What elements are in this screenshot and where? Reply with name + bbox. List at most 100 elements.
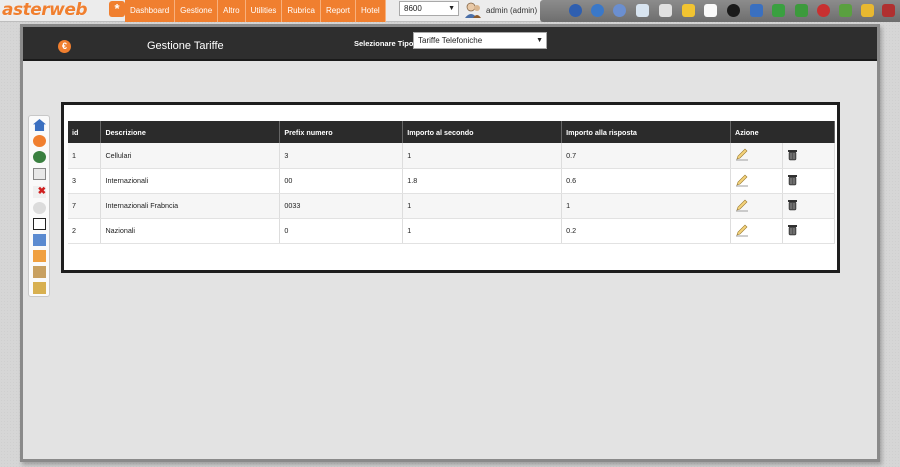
- cell-importo-secondo: 1: [402, 218, 563, 244]
- nav-altro[interactable]: Altro: [218, 0, 246, 22]
- edit-pencil-icon[interactable]: [735, 223, 749, 237]
- user-avatar-icon[interactable]: [464, 1, 482, 19]
- edit-pencil-icon[interactable]: [735, 198, 749, 212]
- nav-utilities[interactable]: Utilities: [245, 0, 283, 22]
- add-icon[interactable]: [33, 168, 46, 180]
- user-label[interactable]: admin (admin): [486, 6, 537, 15]
- cell-importo-risposta: 1: [561, 193, 732, 219]
- trash-icon[interactable]: [787, 223, 798, 236]
- extension-select[interactable]: 8600 ▼: [399, 1, 459, 16]
- cell-descrizione: Nazionali: [100, 218, 281, 244]
- cell-prefix: 0033: [279, 193, 404, 219]
- calendar-icon[interactable]: [704, 4, 717, 17]
- column-header-importo-secondo[interactable]: Importo al secondo: [402, 121, 563, 143]
- stop-icon[interactable]: [817, 4, 830, 17]
- side-toolbar: ✖: [28, 115, 50, 297]
- tools-icon[interactable]: [33, 266, 46, 278]
- table-row: 7 Internazionali Frabncia 0033 1 1: [68, 193, 836, 219]
- cell-importo-secondo: 1.8: [402, 168, 563, 194]
- cell-id: 1: [68, 143, 102, 169]
- cell-importo-secondo: 1: [402, 143, 563, 169]
- column-header-prefix[interactable]: Prefix numero: [279, 121, 404, 143]
- star-icon[interactable]: [682, 4, 695, 17]
- tool-strip: [540, 0, 900, 22]
- column-header-id[interactable]: id: [68, 121, 102, 143]
- cell-id: 7: [68, 193, 102, 219]
- globe-icon[interactable]: [613, 4, 626, 17]
- delete-icon[interactable]: ✖: [33, 186, 46, 198]
- panel-header: € Gestione Tariffe Selezionare Tipo Tari…: [23, 27, 877, 61]
- type-select-value: Tariffe Telefoniche: [418, 36, 483, 45]
- info-icon[interactable]: [591, 4, 604, 17]
- clock-icon[interactable]: [727, 4, 740, 17]
- cell-descrizione: Internazionali Frabncia: [100, 193, 281, 219]
- edit-pencil-icon[interactable]: [735, 147, 749, 161]
- tariffe-table-container: id Descrizione Prefix numero Importo al …: [61, 102, 840, 273]
- table-row: 1 Cellulari 3 1 0.7: [68, 143, 836, 169]
- delete-cell: [782, 168, 836, 194]
- monitor-icon[interactable]: [636, 4, 649, 17]
- cell-prefix: 00: [279, 168, 404, 194]
- bed-icon[interactable]: [33, 250, 46, 262]
- edit-cell: [730, 193, 783, 219]
- phone-green-icon[interactable]: [772, 4, 785, 17]
- delete-cell: [782, 143, 836, 169]
- type-select[interactable]: Tariffe Telefoniche ▼: [413, 32, 547, 49]
- trash-icon[interactable]: [787, 173, 798, 186]
- globe-icon[interactable]: [33, 151, 46, 163]
- chevron-down-icon: ▼: [448, 5, 455, 12]
- logout-icon[interactable]: [882, 4, 895, 17]
- nav-report[interactable]: Report: [320, 0, 356, 22]
- cell-prefix: 0: [279, 218, 404, 244]
- cell-prefix: 3: [279, 143, 404, 169]
- column-header-importo-risposta[interactable]: Importo alla risposta: [561, 121, 732, 143]
- keyboard-icon[interactable]: [659, 4, 672, 17]
- nav-hotel[interactable]: Hotel: [356, 0, 386, 22]
- trash-icon[interactable]: [787, 148, 798, 161]
- nav-gestione[interactable]: Gestione: [175, 0, 219, 22]
- delete-cell: [782, 218, 836, 244]
- nav-dashboard[interactable]: Dashboard: [125, 0, 176, 22]
- logo-mark: *: [109, 1, 125, 17]
- logo-text: asterweb: [2, 0, 88, 20]
- trash-icon[interactable]: [787, 198, 798, 211]
- cell-id: 2: [68, 218, 102, 244]
- cell-descrizione: Cellulari: [100, 143, 281, 169]
- home-icon[interactable]: [33, 119, 46, 131]
- building-icon[interactable]: [33, 234, 46, 246]
- edit-cell: [730, 218, 783, 244]
- main-nav: Dashboard Gestione Altro Utilities Rubri…: [125, 0, 386, 22]
- cell-importo-risposta: 0.7: [561, 143, 732, 169]
- edit-cell: [730, 168, 783, 194]
- table-row: 2 Nazionali 0 1 0.2: [68, 218, 836, 244]
- help-icon[interactable]: [569, 4, 582, 17]
- page-title: Gestione Tariffe: [147, 40, 224, 52]
- key-icon[interactable]: [861, 4, 874, 17]
- euro-icon[interactable]: [33, 135, 46, 147]
- export-icon[interactable]: [33, 282, 46, 294]
- phone-icon[interactable]: [795, 4, 808, 17]
- settings-icon[interactable]: [33, 202, 46, 214]
- cell-id: 3: [68, 168, 102, 194]
- table-header-row: id Descrizione Prefix numero Importo al …: [68, 121, 835, 143]
- nav-rubrica[interactable]: Rubrica: [282, 0, 321, 22]
- cell-importo-secondo: 1: [402, 193, 563, 219]
- extension-select-value: 8600: [404, 4, 422, 13]
- chevron-down-icon: ▼: [536, 37, 543, 44]
- delete-cell: [782, 193, 836, 219]
- table-row: 3 Internazionali 00 1.8 0.6: [68, 168, 836, 194]
- asterweb-logo[interactable]: asterweb *: [2, 0, 125, 22]
- top-bar: asterweb * Dashboard Gestione Altro Util…: [0, 0, 900, 22]
- tariffe-table: id Descrizione Prefix numero Importo al …: [68, 121, 836, 244]
- arrow-right-icon[interactable]: [839, 4, 852, 17]
- edit-pencil-icon[interactable]: [735, 173, 749, 187]
- euro-icon: €: [58, 40, 71, 53]
- transfer-icon[interactable]: [750, 4, 763, 17]
- document-icon[interactable]: [33, 218, 46, 230]
- cell-importo-risposta: 0.6: [561, 168, 732, 194]
- cell-importo-risposta: 0.2: [561, 218, 732, 244]
- cell-descrizione: Internazionali: [100, 168, 281, 194]
- column-header-descrizione[interactable]: Descrizione: [100, 121, 281, 143]
- edit-cell: [730, 143, 783, 169]
- column-header-azione: Azione: [730, 121, 835, 143]
